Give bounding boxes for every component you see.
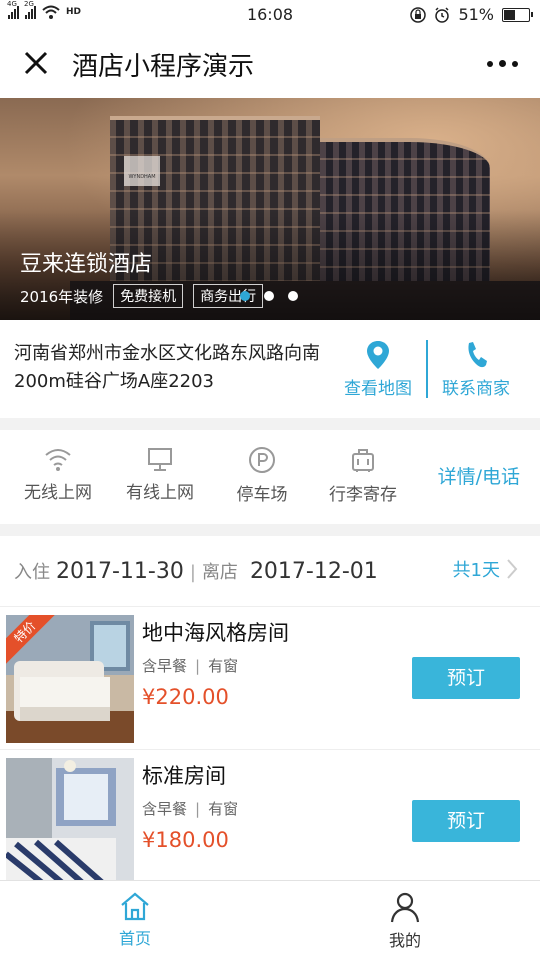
facility-wifi: 无线上网 xyxy=(8,446,108,503)
feature-window: 有窗 xyxy=(208,800,239,818)
home-icon xyxy=(121,892,149,921)
monitor-icon xyxy=(148,448,172,471)
more-options-icon[interactable] xyxy=(487,60,518,67)
contact-label: 联系商家 xyxy=(442,379,510,399)
battery-percent: 51% xyxy=(458,5,494,24)
status-right: 51% xyxy=(410,5,533,24)
tab-home-label: 首页 xyxy=(118,929,151,948)
room-photo xyxy=(6,758,134,886)
room-photo: 特价 xyxy=(6,615,134,743)
status-bar: 4G 2G HD 16:08 51% xyxy=(0,0,540,30)
view-map-label: 查看地图 xyxy=(344,379,412,399)
checkin-label: 入住 xyxy=(14,562,50,583)
feature-breakfast: 含早餐 xyxy=(142,657,188,675)
address-divider xyxy=(426,340,428,398)
hotel-meta: 2016年装修 免费接机 商务出行 xyxy=(20,284,264,308)
date-range: 入住 2017-11-30 | 离店 2017-12-01 xyxy=(14,558,378,584)
user-icon xyxy=(390,892,420,923)
close-icon[interactable] xyxy=(22,49,50,77)
lock-rotation-icon xyxy=(410,6,427,23)
feature-window: 有窗 xyxy=(208,657,239,675)
facility-label: 有线上网 xyxy=(126,483,194,503)
contact-merchant-button[interactable]: 联系商家 xyxy=(431,340,521,399)
details-phone-link[interactable]: 详情/电话 xyxy=(438,462,520,489)
renovation-year: 2016年装修 xyxy=(20,287,104,306)
building-logo: WYNDHAM xyxy=(124,156,160,186)
facility-wired: 有线上网 xyxy=(110,446,210,503)
facilities-card: 无线上网 有线上网 停车场 行李寄存 详情/电话 xyxy=(0,430,540,524)
carousel-dot[interactable] xyxy=(264,291,274,301)
tag-free-pickup: 免费接机 xyxy=(113,284,184,308)
nav-bar: 酒店小程序演示 xyxy=(0,30,540,98)
room-features: 含早餐 | 有窗 xyxy=(142,657,239,675)
phone-icon xyxy=(468,342,487,368)
facility-label: 无线上网 xyxy=(24,483,92,503)
facility-label: 停车场 xyxy=(236,485,288,505)
room-features: 含早餐 | 有窗 xyxy=(142,800,239,818)
room-item[interactable]: 特价 地中海风格房间 含早餐 | 有窗 ¥220.00 预订 xyxy=(0,607,540,750)
carousel-dots xyxy=(240,291,298,301)
battery-icon xyxy=(502,7,533,22)
hotel-address: 河南省郑州市金水区文化路东风路向南200m硅谷广场A座2203 xyxy=(14,343,320,392)
hotel-name: 豆来连锁酒店 xyxy=(20,252,153,277)
book-button[interactable]: 预订 xyxy=(412,657,520,699)
room-price: ¥180.00 xyxy=(142,828,229,852)
tab-profile[interactable]: 我的 xyxy=(345,891,465,951)
page-title: 酒店小程序演示 xyxy=(72,52,255,82)
tab-profile-label: 我的 xyxy=(388,931,421,950)
room-item[interactable]: 标准房间 含早餐 | 有窗 ¥180.00 预订 xyxy=(0,750,540,893)
book-button[interactable]: 预订 xyxy=(412,800,520,842)
date-selector[interactable]: 入住 2017-11-30 | 离店 2017-12-01 共1天 xyxy=(0,536,540,607)
hotel-banner[interactable]: WYNDHAM 豆来连锁酒店 2016年装修 免费接机 商务出行 xyxy=(0,98,540,320)
room-price: ¥220.00 xyxy=(142,685,229,709)
wifi-icon xyxy=(45,449,71,471)
room-name: 标准房间 xyxy=(142,764,226,788)
checkout-date[interactable]: 2017-12-01 xyxy=(250,559,378,584)
checkout-label: 离店 xyxy=(201,562,238,583)
chevron-right-icon xyxy=(507,559,518,579)
alarm-icon xyxy=(435,6,450,23)
carousel-dot[interactable] xyxy=(240,291,250,301)
location-pin-icon xyxy=(367,341,389,369)
building-sign: WYNDHAM xyxy=(128,174,156,180)
total-nights[interactable]: 共1天 xyxy=(453,556,518,582)
facility-label: 行李寄存 xyxy=(329,485,397,505)
date-separator: | xyxy=(189,562,196,583)
feature-breakfast: 含早餐 xyxy=(142,800,188,818)
facility-parking: 停车场 xyxy=(212,446,312,505)
luggage-icon xyxy=(352,449,374,472)
parking-icon xyxy=(249,447,275,473)
room-name: 地中海风格房间 xyxy=(142,621,289,645)
facility-luggage: 行李寄存 xyxy=(313,446,413,505)
carousel-dot[interactable] xyxy=(288,291,298,301)
total-nights-label: 共1天 xyxy=(452,560,500,581)
checkin-date[interactable]: 2017-11-30 xyxy=(56,559,184,584)
tab-bar: 首页 我的 xyxy=(0,880,540,961)
address-card: 河南省郑州市金水区文化路东风路向南200m硅谷广场A座2203 查看地图 联系商… xyxy=(0,320,540,418)
view-map-button[interactable]: 查看地图 xyxy=(333,340,423,399)
tab-home[interactable]: 首页 xyxy=(75,891,195,949)
